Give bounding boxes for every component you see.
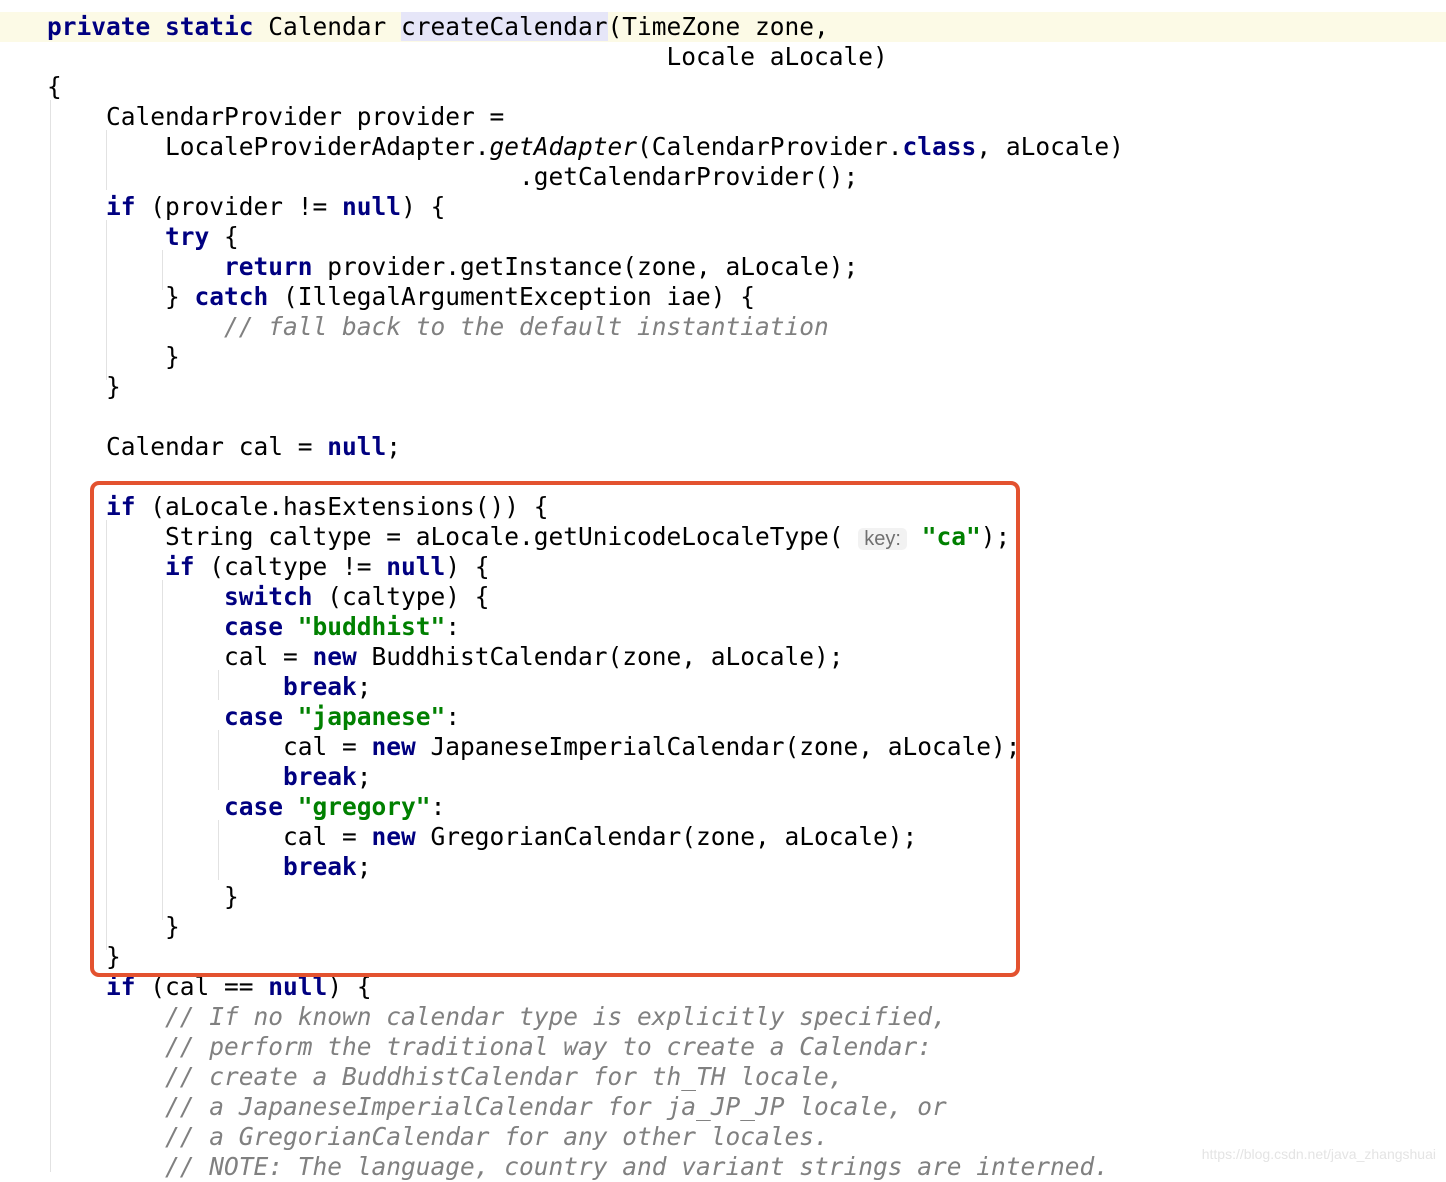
code-token: , aLocale) [976, 132, 1124, 161]
code-token: Calendar cal = [47, 432, 328, 461]
code-line: if (provider != null) { [47, 192, 445, 222]
code-line: // a JapaneseImperialCalendar for ja_JP_… [47, 1092, 947, 1122]
code-line: } [47, 342, 180, 372]
watermark: https://blog.csdn.net/java_zhangshuai [1201, 1146, 1436, 1162]
code-line: { [47, 72, 62, 102]
code-token: // fall back to the default instantiatio… [224, 312, 829, 341]
code-token: } [47, 282, 195, 311]
code-token: { [209, 222, 239, 251]
code-line: private static Calendar createCalendar(T… [47, 12, 829, 42]
code-token: return [224, 252, 313, 281]
code-line: Locale aLocale) [47, 42, 888, 72]
code-line: CalendarProvider provider = [47, 102, 504, 132]
code-token: provider.getInstance(zone, aLocale); [312, 252, 859, 281]
code-token: // perform the traditional way to create… [165, 1032, 933, 1061]
code-token: null [342, 192, 402, 221]
code-token: ; [386, 432, 402, 461]
code-token: private static [47, 12, 254, 41]
code-token: null [327, 432, 387, 461]
code-token: getAdapter [489, 132, 638, 161]
code-token: try [165, 222, 210, 251]
code-token: Calendar [253, 12, 402, 41]
code-token: } [47, 372, 121, 401]
code-line: } [47, 372, 121, 402]
code-token: (TimeZone zone, [607, 12, 829, 41]
code-token: if [106, 192, 136, 221]
code-line: // a GregorianCalendar for any other loc… [47, 1122, 829, 1152]
code-line: LocaleProviderAdapter.getAdapter(Calenda… [47, 132, 1124, 162]
code-token: // create a BuddhistCalendar for th_TH l… [165, 1062, 844, 1091]
code-line: .getCalendarProvider(); [47, 162, 858, 192]
code-token: Locale aLocale) [47, 42, 888, 71]
code-line: try { [47, 222, 239, 252]
code-token: class [902, 132, 977, 161]
code-token: (IllegalArgumentException iae) { [268, 282, 756, 311]
code-token: { [47, 72, 62, 101]
code-token: LocaleProviderAdapter. [47, 132, 490, 161]
code-token: // If no known calendar type is explicit… [165, 1002, 947, 1031]
highlight-box [90, 481, 1020, 977]
code-token: createCalendar [401, 12, 608, 41]
code-token: .getCalendarProvider(); [47, 162, 859, 191]
code-line: // If no known calendar type is explicit… [47, 1002, 947, 1032]
code-line: // perform the traditional way to create… [47, 1032, 932, 1062]
code-token: (CalendarProvider. [637, 132, 903, 161]
code-line: // fall back to the default instantiatio… [47, 312, 829, 342]
code-token: catch [194, 282, 269, 311]
code-token: CalendarProvider provider = [47, 102, 505, 131]
code-token: // NOTE: The language, country and varia… [165, 1152, 1110, 1181]
code-token: // a GregorianCalendar for any other loc… [165, 1122, 829, 1151]
code-line: // NOTE: The language, country and varia… [47, 1152, 1109, 1182]
code-token: } [47, 342, 180, 371]
code-line: // create a BuddhistCalendar for th_TH l… [47, 1062, 844, 1092]
code-line: return provider.getInstance(zone, aLocal… [47, 252, 858, 282]
code-token: // a JapaneseImperialCalendar for ja_JP_… [165, 1092, 947, 1121]
code-token: (provider != [135, 192, 343, 221]
code-token: ) { [401, 192, 446, 221]
code-line: Calendar cal = null; [47, 432, 401, 462]
code-line: } catch (IllegalArgumentException iae) { [47, 282, 755, 312]
